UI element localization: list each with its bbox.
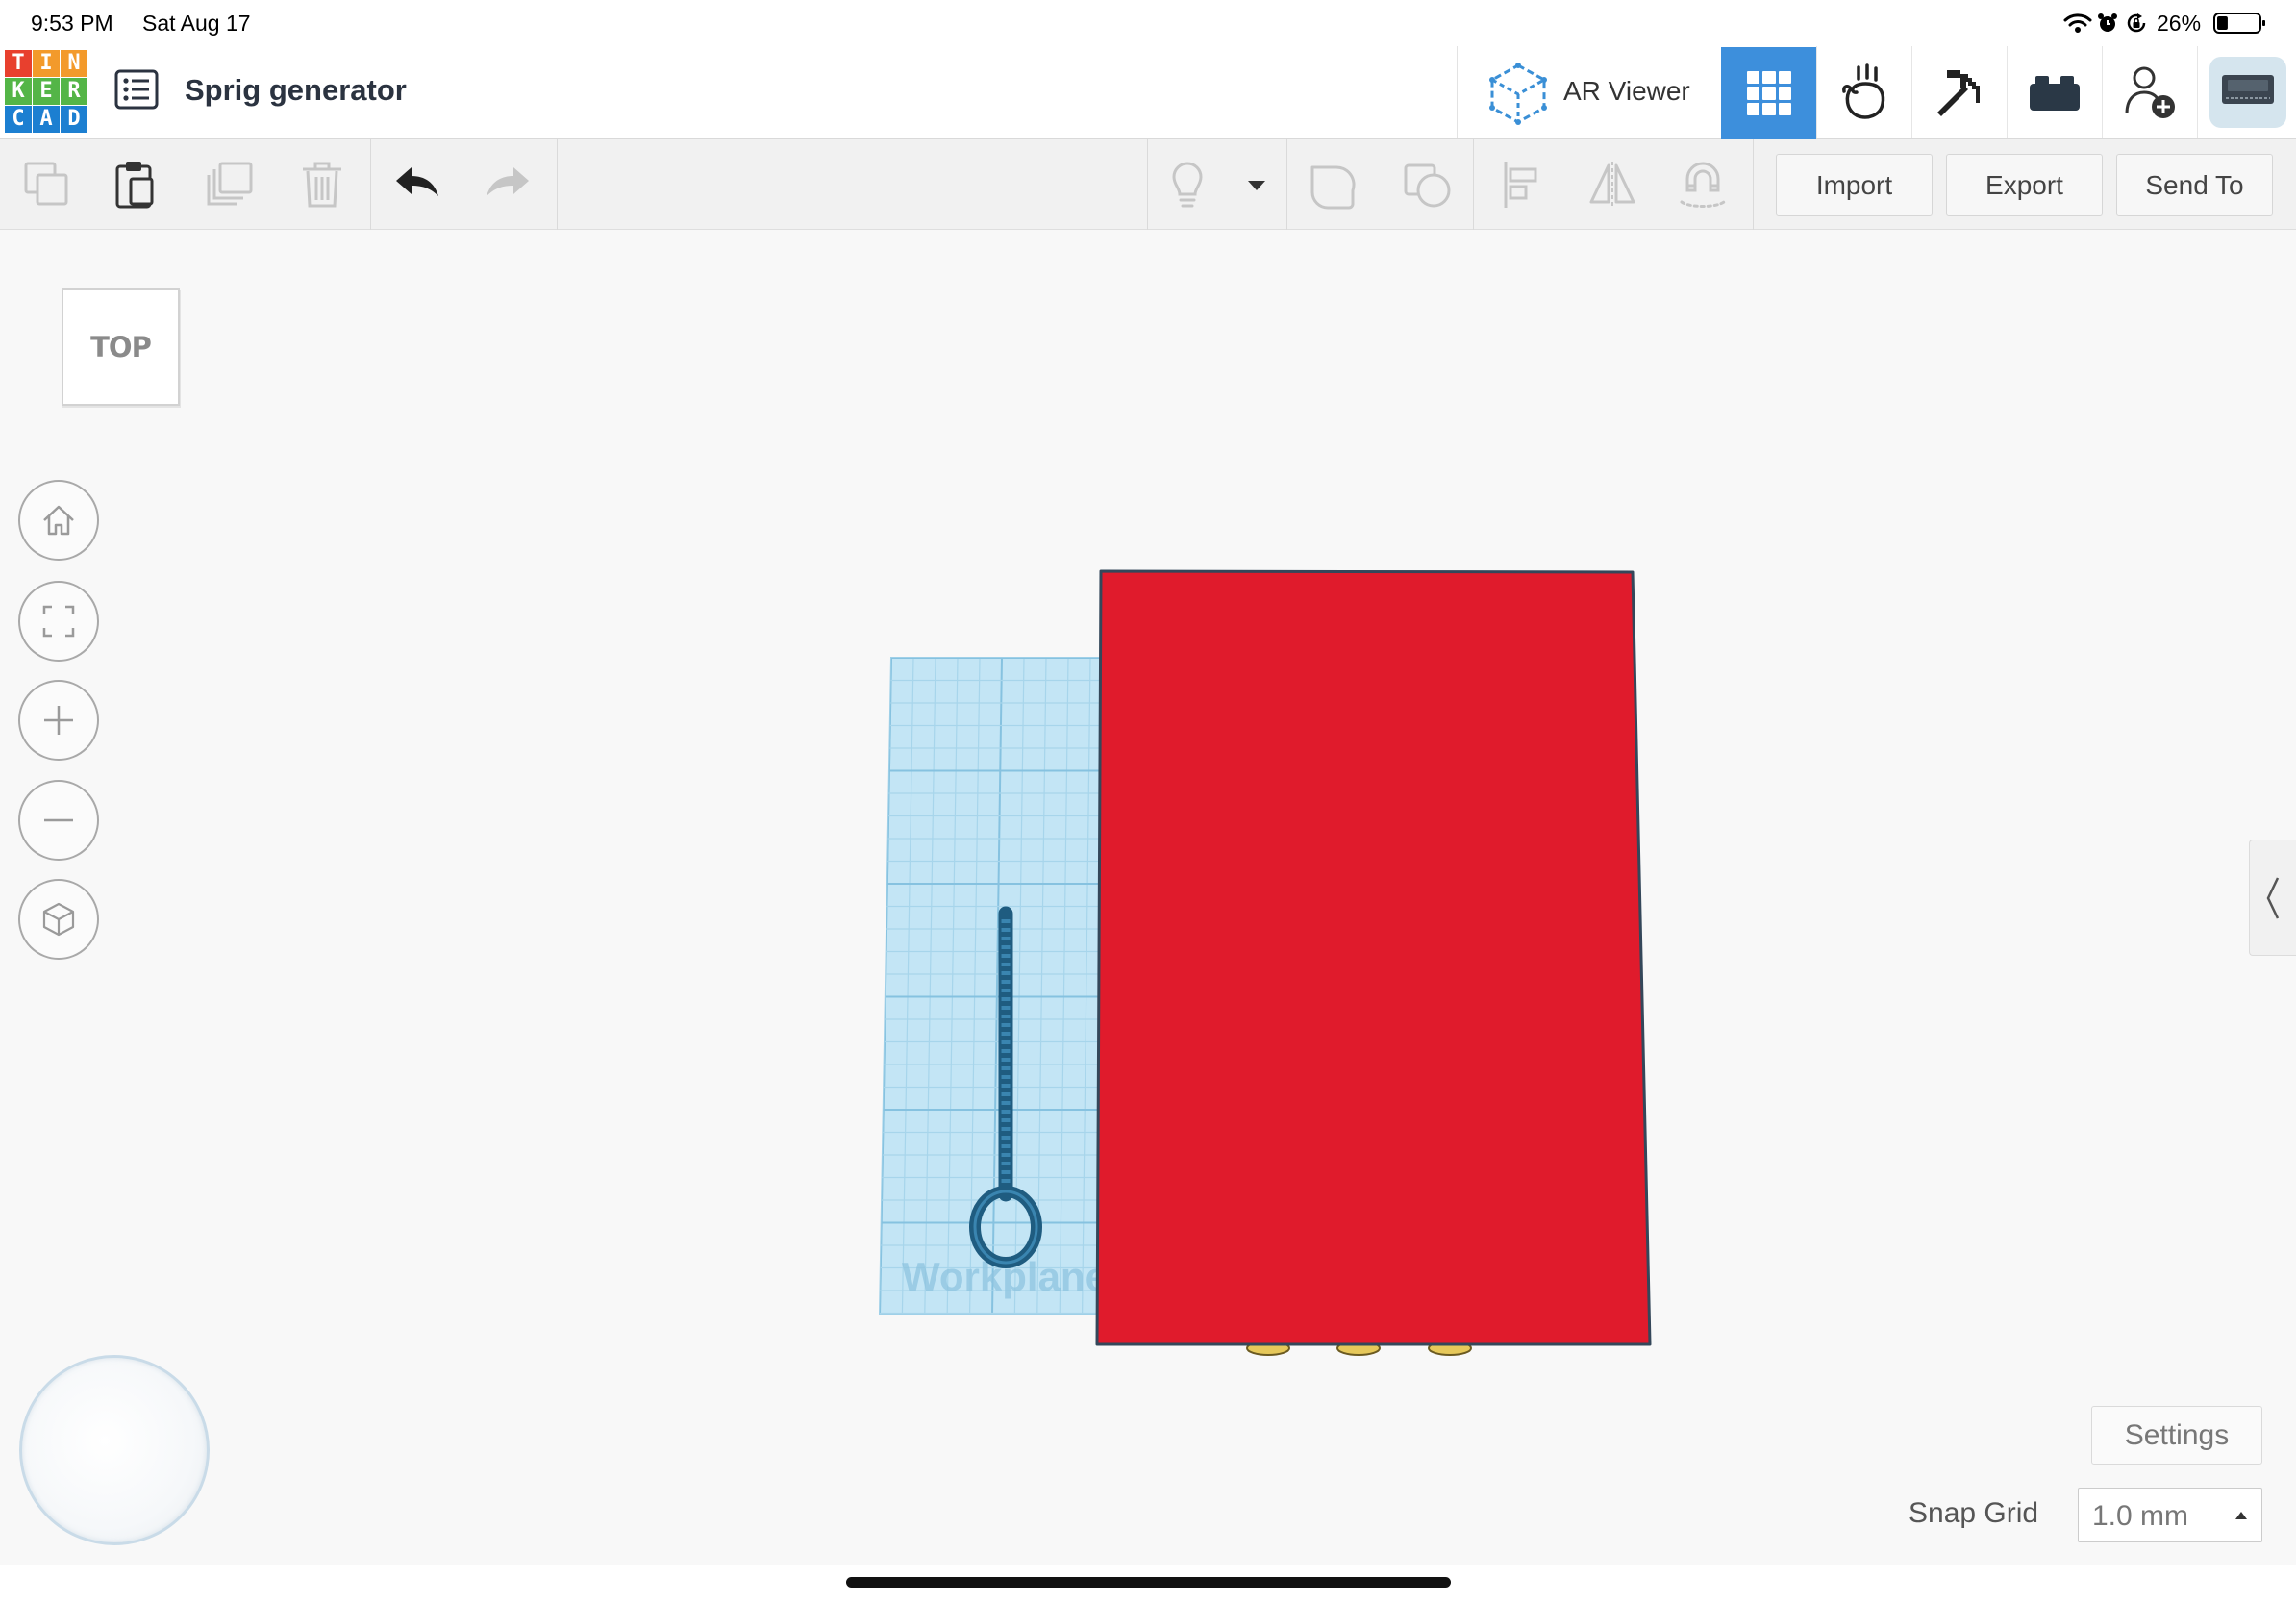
brick-icon: [2030, 76, 2080, 111]
notes-button[interactable]: [1159, 156, 1216, 213]
logo-tile: R: [61, 78, 87, 105]
zoom-out-icon: [44, 818, 73, 822]
mirror-icon: [1589, 162, 1635, 208]
logo-tile: T: [5, 50, 32, 77]
notes-dropdown[interactable]: [1228, 156, 1285, 213]
wifi-icon: [2063, 13, 2092, 33]
toolbar-divider: [557, 139, 558, 230]
zoom-in-icon: [44, 706, 73, 735]
logo-tile: N: [61, 50, 87, 77]
chevron-left-icon: [2266, 876, 2280, 919]
zoom-in-button[interactable]: [18, 680, 99, 761]
duplicate-icon: [207, 162, 253, 206]
grid-view-icon: [1746, 71, 1791, 115]
copy-button[interactable]: [18, 156, 76, 213]
toolbar-divider: [1286, 139, 1287, 230]
align-button[interactable]: [1494, 156, 1552, 213]
delete-button[interactable]: [293, 156, 351, 213]
home-view-button[interactable]: [18, 480, 99, 561]
status-time: 9:53 PM: [31, 11, 113, 36]
mirror-button[interactable]: [1584, 156, 1641, 213]
zoom-out-button[interactable]: [18, 780, 99, 861]
logo-tile: D: [61, 106, 87, 133]
paste-icon: [115, 162, 154, 209]
scene-3d[interactable]: Workplane: [846, 539, 1692, 1385]
cruise-button[interactable]: [1674, 156, 1732, 213]
logo-tile: E: [33, 78, 60, 105]
light-bulb-icon: [1172, 162, 1203, 208]
undo-button[interactable]: [388, 156, 446, 213]
user-avatar[interactable]: [2197, 46, 2296, 138]
orbit-joystick[interactable]: [19, 1355, 210, 1545]
fit-all-button[interactable]: [18, 581, 99, 662]
status-date: Sat Aug 17: [142, 11, 251, 36]
paste-button[interactable]: [106, 156, 163, 213]
tinkercad-logo[interactable]: T I N K E R C A D: [5, 50, 87, 133]
magnet-icon: [1680, 162, 1726, 208]
ar-cube-icon: [1489, 63, 1547, 125]
ortho-view-icon: [42, 902, 75, 937]
snap-grid-value: 1.0 mm: [2092, 1500, 2189, 1532]
duplicate-button[interactable]: [201, 156, 259, 213]
toolbar-divider: [1147, 139, 1148, 230]
dropdown-caret-icon: [1248, 181, 1265, 190]
minecraft-button[interactable]: [1911, 46, 2007, 138]
invite-user-button[interactable]: [2102, 46, 2197, 138]
logo-tile: C: [5, 106, 32, 133]
lego-bricks-button[interactable]: [2007, 46, 2102, 138]
toolbar-divider: [1473, 139, 1474, 230]
ar-viewer-label: AR Viewer: [1563, 76, 1690, 106]
alarm-icon: [2098, 13, 2117, 32]
battery-icon: [2213, 13, 2265, 34]
snap-grid-select[interactable]: 1.0 mm: [2078, 1488, 2262, 1542]
copy-icon: [24, 162, 68, 206]
group-icon: [1310, 165, 1356, 210]
toolbar-divider: [370, 139, 371, 230]
logo-tile: K: [5, 78, 32, 105]
shapes-panel-toggle[interactable]: [2249, 840, 2296, 956]
align-icon: [1504, 162, 1537, 208]
undo-icon: [396, 167, 438, 196]
ungroup-icon: [1404, 163, 1451, 208]
caret-up-icon: [2235, 1512, 2247, 1519]
ortho-view-button[interactable]: [18, 879, 99, 960]
settings-button[interactable]: Settings: [2091, 1406, 2262, 1465]
delete-icon: [303, 162, 341, 208]
snap-grid-label: Snap Grid: [1909, 1497, 2039, 1529]
red-box-shape[interactable]: [1095, 569, 1652, 1346]
grid-view-button[interactable]: [1721, 47, 1816, 139]
status-bar: 9:53 PM Sat Aug 17 26%: [0, 0, 2296, 46]
group-button[interactable]: [1305, 156, 1362, 213]
export-button[interactable]: Export: [1946, 154, 2103, 216]
ar-viewer-button[interactable]: AR Viewer: [1479, 46, 1719, 138]
view-cube[interactable]: TOP: [62, 288, 180, 406]
edit-toolbar: Import Export Send To: [0, 139, 2296, 230]
redo-icon: [487, 167, 529, 196]
avatar: [2209, 57, 2286, 128]
logo-tile: I: [33, 50, 60, 77]
send-to-button[interactable]: Send To: [2116, 154, 2273, 216]
list-icon[interactable]: [114, 69, 159, 110]
home-icon: [43, 505, 74, 536]
fit-view-icon: [42, 605, 75, 638]
canvas-viewport[interactable]: TOP Workplane Settings Snap Grid 1.0 mm: [0, 230, 2296, 1565]
logo-tile: A: [33, 106, 60, 133]
ungroup-button[interactable]: [1399, 156, 1457, 213]
import-button[interactable]: Import: [1776, 154, 1933, 216]
redo-button[interactable]: [479, 156, 537, 213]
app-header: T I N K E R C A D Sprig generator AR Vie…: [0, 46, 2296, 139]
project-title[interactable]: Sprig generator: [185, 73, 407, 108]
toolbar-divider: [1753, 139, 1754, 230]
home-indicator[interactable]: [846, 1577, 1451, 1588]
pickaxe-icon: [1937, 70, 1980, 116]
add-user-icon: [2125, 66, 2175, 118]
header-actions: AR Viewer: [1457, 46, 2296, 139]
hand-icon: [1842, 63, 1885, 119]
battery-percent: 26%: [2157, 11, 2202, 36]
blocks-button[interactable]: [1816, 46, 1911, 138]
rotation-lock-icon: [2127, 13, 2146, 33]
